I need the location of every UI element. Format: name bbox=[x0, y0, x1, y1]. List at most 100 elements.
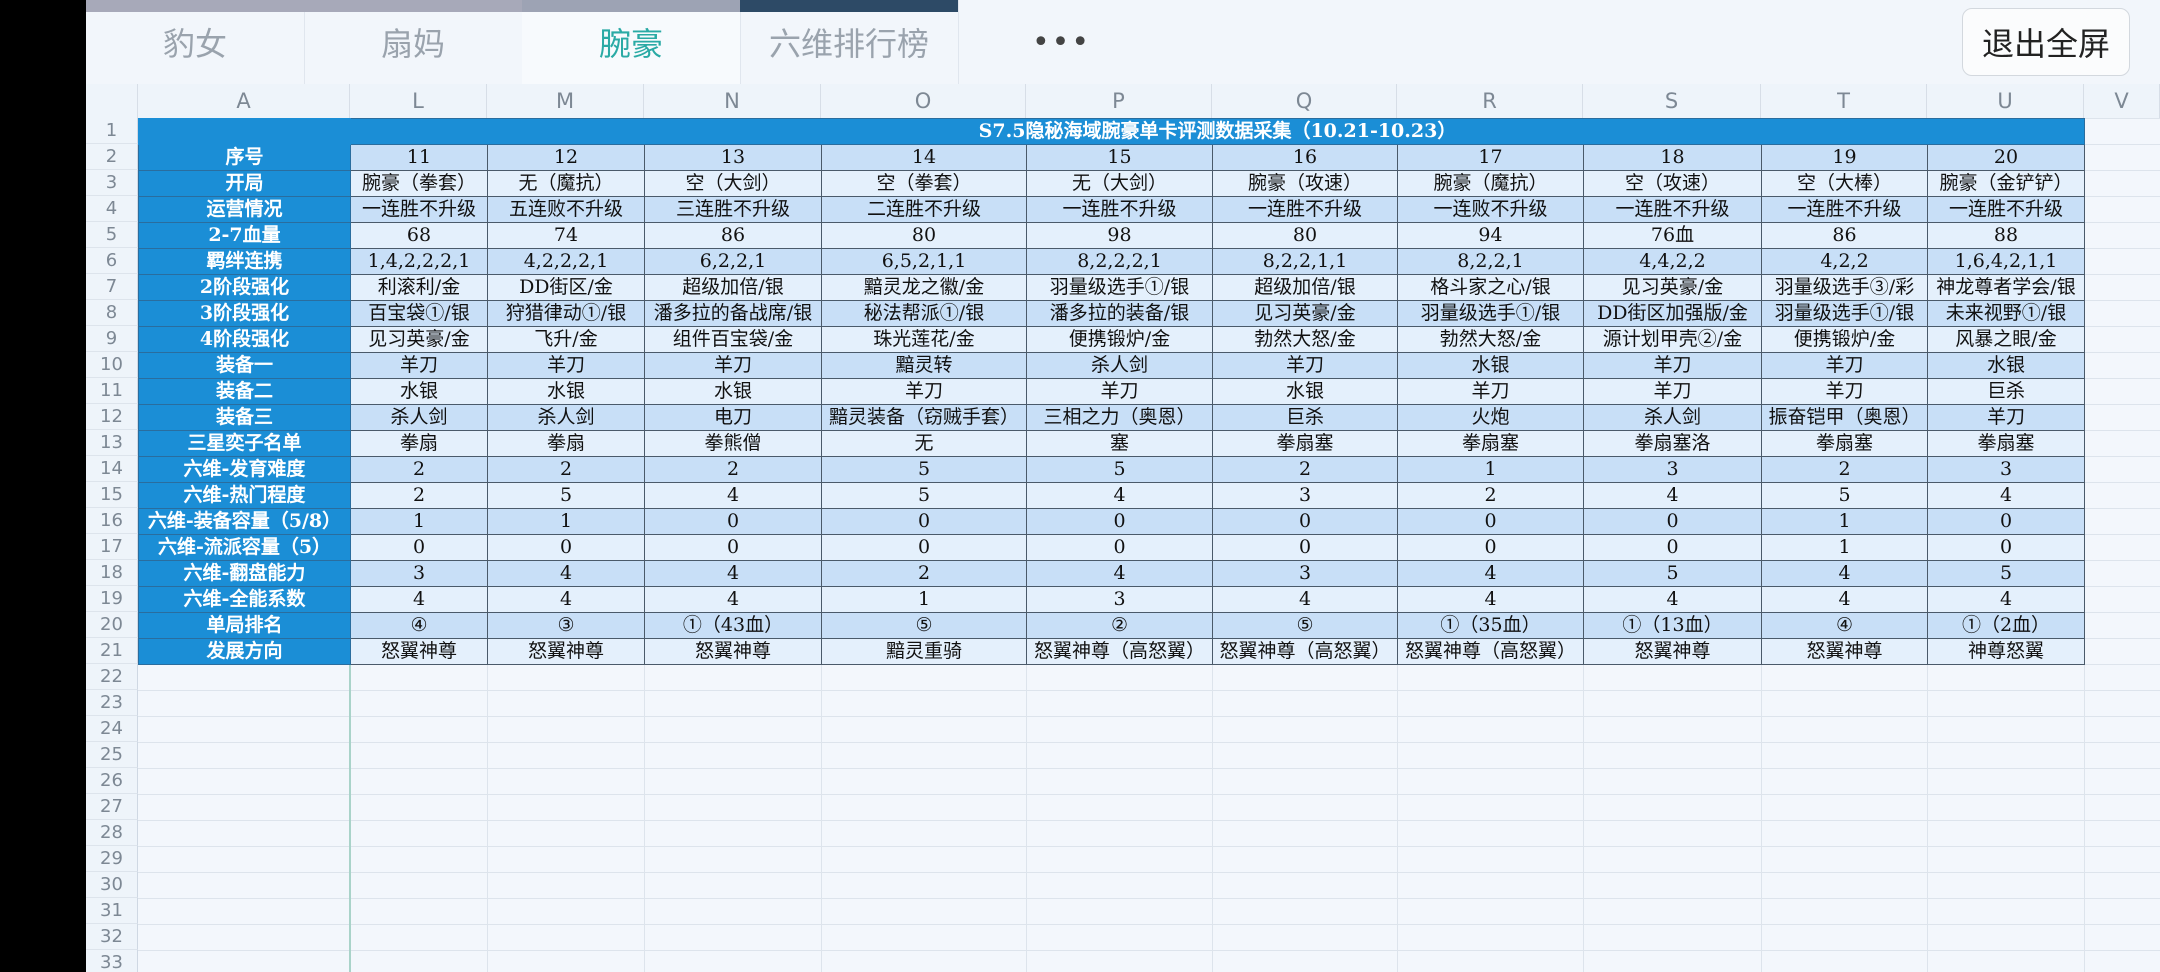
data-cell[interactable]: 4 bbox=[644, 586, 822, 613]
data-cell[interactable]: 4,2,2,2,1 bbox=[487, 248, 645, 275]
data-cell[interactable]: 5 bbox=[487, 482, 645, 509]
row-label-cell[interactable]: 羁绊连携 bbox=[138, 248, 351, 275]
row-header[interactable]: 10 bbox=[86, 352, 138, 378]
data-cell[interactable]: 3 bbox=[1927, 456, 2085, 483]
data-cell[interactable]: 4 bbox=[644, 482, 822, 509]
data-cell[interactable]: 3 bbox=[1026, 586, 1213, 613]
row-label-cell[interactable]: 六维-流派容量（5） bbox=[138, 534, 351, 561]
data-cell[interactable]: 空（拳套） bbox=[821, 170, 1027, 197]
data-cell[interactable]: 巨杀 bbox=[1927, 378, 2085, 405]
row-header[interactable]: 17 bbox=[86, 534, 138, 560]
column-header[interactable]: V bbox=[2084, 84, 2160, 118]
data-cell[interactable]: 潘多拉的装备/银 bbox=[1026, 300, 1213, 327]
data-cell[interactable]: 怒翼神尊（高怒翼） bbox=[1212, 638, 1398, 665]
data-cell[interactable]: 羽量级选手①/银 bbox=[1026, 274, 1213, 301]
data-cell[interactable]: 超级加倍/银 bbox=[644, 274, 822, 301]
data-cell[interactable]: 神龙尊者学会/银 bbox=[1927, 274, 2085, 301]
data-cell[interactable]: ①（43血） bbox=[644, 612, 822, 639]
data-cell[interactable]: 0 bbox=[1927, 534, 2085, 561]
data-cell[interactable]: 珠光莲花/金 bbox=[821, 326, 1027, 353]
data-cell[interactable]: 塞 bbox=[1026, 430, 1213, 457]
data-cell[interactable]: 0 bbox=[1397, 534, 1584, 561]
data-cell[interactable]: 94 bbox=[1397, 222, 1584, 249]
data-cell[interactable]: 拳扇塞 bbox=[1927, 430, 2085, 457]
row-label-cell[interactable]: 六维-装备容量（5/8） bbox=[138, 508, 351, 535]
data-cell[interactable]: ⑤ bbox=[821, 612, 1027, 639]
row-label-cell[interactable]: 2-7血量 bbox=[138, 222, 351, 249]
data-cell[interactable]: DD街区/金 bbox=[487, 274, 645, 301]
spreadsheet-grid[interactable]: A L M N O P Q R S T U V 1 2 3 4 5 6 7 8 9 10 11 12 1… bbox=[86, 84, 2160, 972]
data-cell[interactable]: 2 bbox=[350, 456, 488, 483]
data-cell[interactable]: 20 bbox=[1927, 144, 2085, 171]
data-cell[interactable]: 68 bbox=[350, 222, 488, 249]
row-header[interactable]: 19 bbox=[86, 586, 138, 612]
data-cell[interactable]: 黯灵重骑 bbox=[821, 638, 1027, 665]
data-cell[interactable]: 羊刀 bbox=[1761, 352, 1928, 379]
data-cell[interactable]: 怒翼神尊（高怒翼） bbox=[1397, 638, 1584, 665]
data-cell[interactable]: 4 bbox=[1397, 586, 1584, 613]
data-cell[interactable]: 8,2,2,1,1 bbox=[1212, 248, 1398, 275]
data-cell[interactable]: 水银 bbox=[487, 378, 645, 405]
data-cell[interactable]: 0 bbox=[821, 534, 1027, 561]
data-cell[interactable]: 怒翼神尊 bbox=[1583, 638, 1762, 665]
select-all-corner[interactable] bbox=[86, 84, 138, 118]
data-cell[interactable]: 黯灵龙之徽/金 bbox=[821, 274, 1027, 301]
data-cell[interactable]: 一连胜不升级 bbox=[350, 196, 488, 223]
row-label-cell[interactable]: 六维-全能系数 bbox=[138, 586, 351, 613]
data-cell[interactable]: 风暴之眼/金 bbox=[1927, 326, 2085, 353]
data-cell[interactable]: 勃然大怒/金 bbox=[1397, 326, 1584, 353]
data-cell[interactable]: 1,4,2,2,2,1 bbox=[350, 248, 488, 275]
data-cell[interactable]: 2 bbox=[821, 560, 1027, 587]
data-cell[interactable]: 4,4,2,2 bbox=[1583, 248, 1762, 275]
column-header[interactable]: S bbox=[1583, 84, 1761, 118]
data-cell[interactable]: 无 bbox=[821, 430, 1027, 457]
data-cell[interactable]: 便携锻炉/金 bbox=[1761, 326, 1928, 353]
data-cell[interactable]: 百宝袋①/银 bbox=[350, 300, 488, 327]
data-cell[interactable]: 二连胜不升级 bbox=[821, 196, 1027, 223]
data-cell[interactable]: 2 bbox=[1761, 456, 1928, 483]
data-cell[interactable]: 4 bbox=[350, 586, 488, 613]
data-cell[interactable]: 4 bbox=[487, 560, 645, 587]
data-cell[interactable]: 2 bbox=[1212, 456, 1398, 483]
column-header[interactable]: L bbox=[350, 84, 487, 118]
row-header[interactable]: 7 bbox=[86, 274, 138, 300]
data-cell[interactable]: 羽量级选手①/银 bbox=[1397, 300, 1584, 327]
data-cell[interactable]: 拳扇塞洛 bbox=[1583, 430, 1762, 457]
data-cell[interactable]: 羽量级选手①/银 bbox=[1761, 300, 1928, 327]
row-header[interactable]: 8 bbox=[86, 300, 138, 326]
data-cell[interactable]: 0 bbox=[487, 534, 645, 561]
column-header[interactable]: A bbox=[138, 84, 350, 118]
data-cell[interactable]: ④ bbox=[1761, 612, 1928, 639]
data-cell[interactable]: 5 bbox=[1927, 560, 2085, 587]
data-cell[interactable]: 杀人剑 bbox=[350, 404, 488, 431]
data-cell[interactable]: 五连败不升级 bbox=[487, 196, 645, 223]
data-cell[interactable]: 一连败不升级 bbox=[1397, 196, 1584, 223]
data-cell[interactable]: 拳扇塞 bbox=[1397, 430, 1584, 457]
data-cell[interactable]: 4 bbox=[1927, 586, 2085, 613]
data-cell[interactable]: 0 bbox=[644, 534, 822, 561]
row-header[interactable]: 26 bbox=[86, 768, 138, 794]
data-cell[interactable]: 勃然大怒/金 bbox=[1212, 326, 1398, 353]
data-cell[interactable]: 86 bbox=[644, 222, 822, 249]
data-cell[interactable]: 杀人剑 bbox=[487, 404, 645, 431]
row-label-cell[interactable]: 运营情况 bbox=[138, 196, 351, 223]
data-cell[interactable]: 98 bbox=[1026, 222, 1213, 249]
row-header[interactable]: 5 bbox=[86, 222, 138, 248]
data-cell[interactable]: 3 bbox=[1212, 482, 1398, 509]
data-cell[interactable]: 1 bbox=[1761, 534, 1928, 561]
data-cell[interactable]: 2 bbox=[350, 482, 488, 509]
data-cell[interactable]: 11 bbox=[350, 144, 488, 171]
data-cell[interactable]: 拳熊僧 bbox=[644, 430, 822, 457]
data-cell[interactable]: 6,5,2,1,1 bbox=[821, 248, 1027, 275]
row-header[interactable]: 33 bbox=[86, 950, 138, 972]
data-cell[interactable]: 一连胜不升级 bbox=[1583, 196, 1762, 223]
row-header[interactable]: 31 bbox=[86, 898, 138, 924]
data-cell[interactable]: 羊刀 bbox=[644, 352, 822, 379]
data-cell[interactable]: 羊刀 bbox=[1583, 378, 1762, 405]
data-cell[interactable]: 8,2,2,1 bbox=[1397, 248, 1584, 275]
data-cell[interactable]: 一连胜不升级 bbox=[1927, 196, 2085, 223]
row-header[interactable]: 24 bbox=[86, 716, 138, 742]
sheet-title-cell[interactable]: S7.5隐秘海域腕豪单卡评测数据采集（10.21-10.23） bbox=[350, 118, 2085, 145]
data-cell[interactable]: 三相之力（奥恩） bbox=[1026, 404, 1213, 431]
row-label-cell[interactable]: 3阶段强化 bbox=[138, 300, 351, 327]
